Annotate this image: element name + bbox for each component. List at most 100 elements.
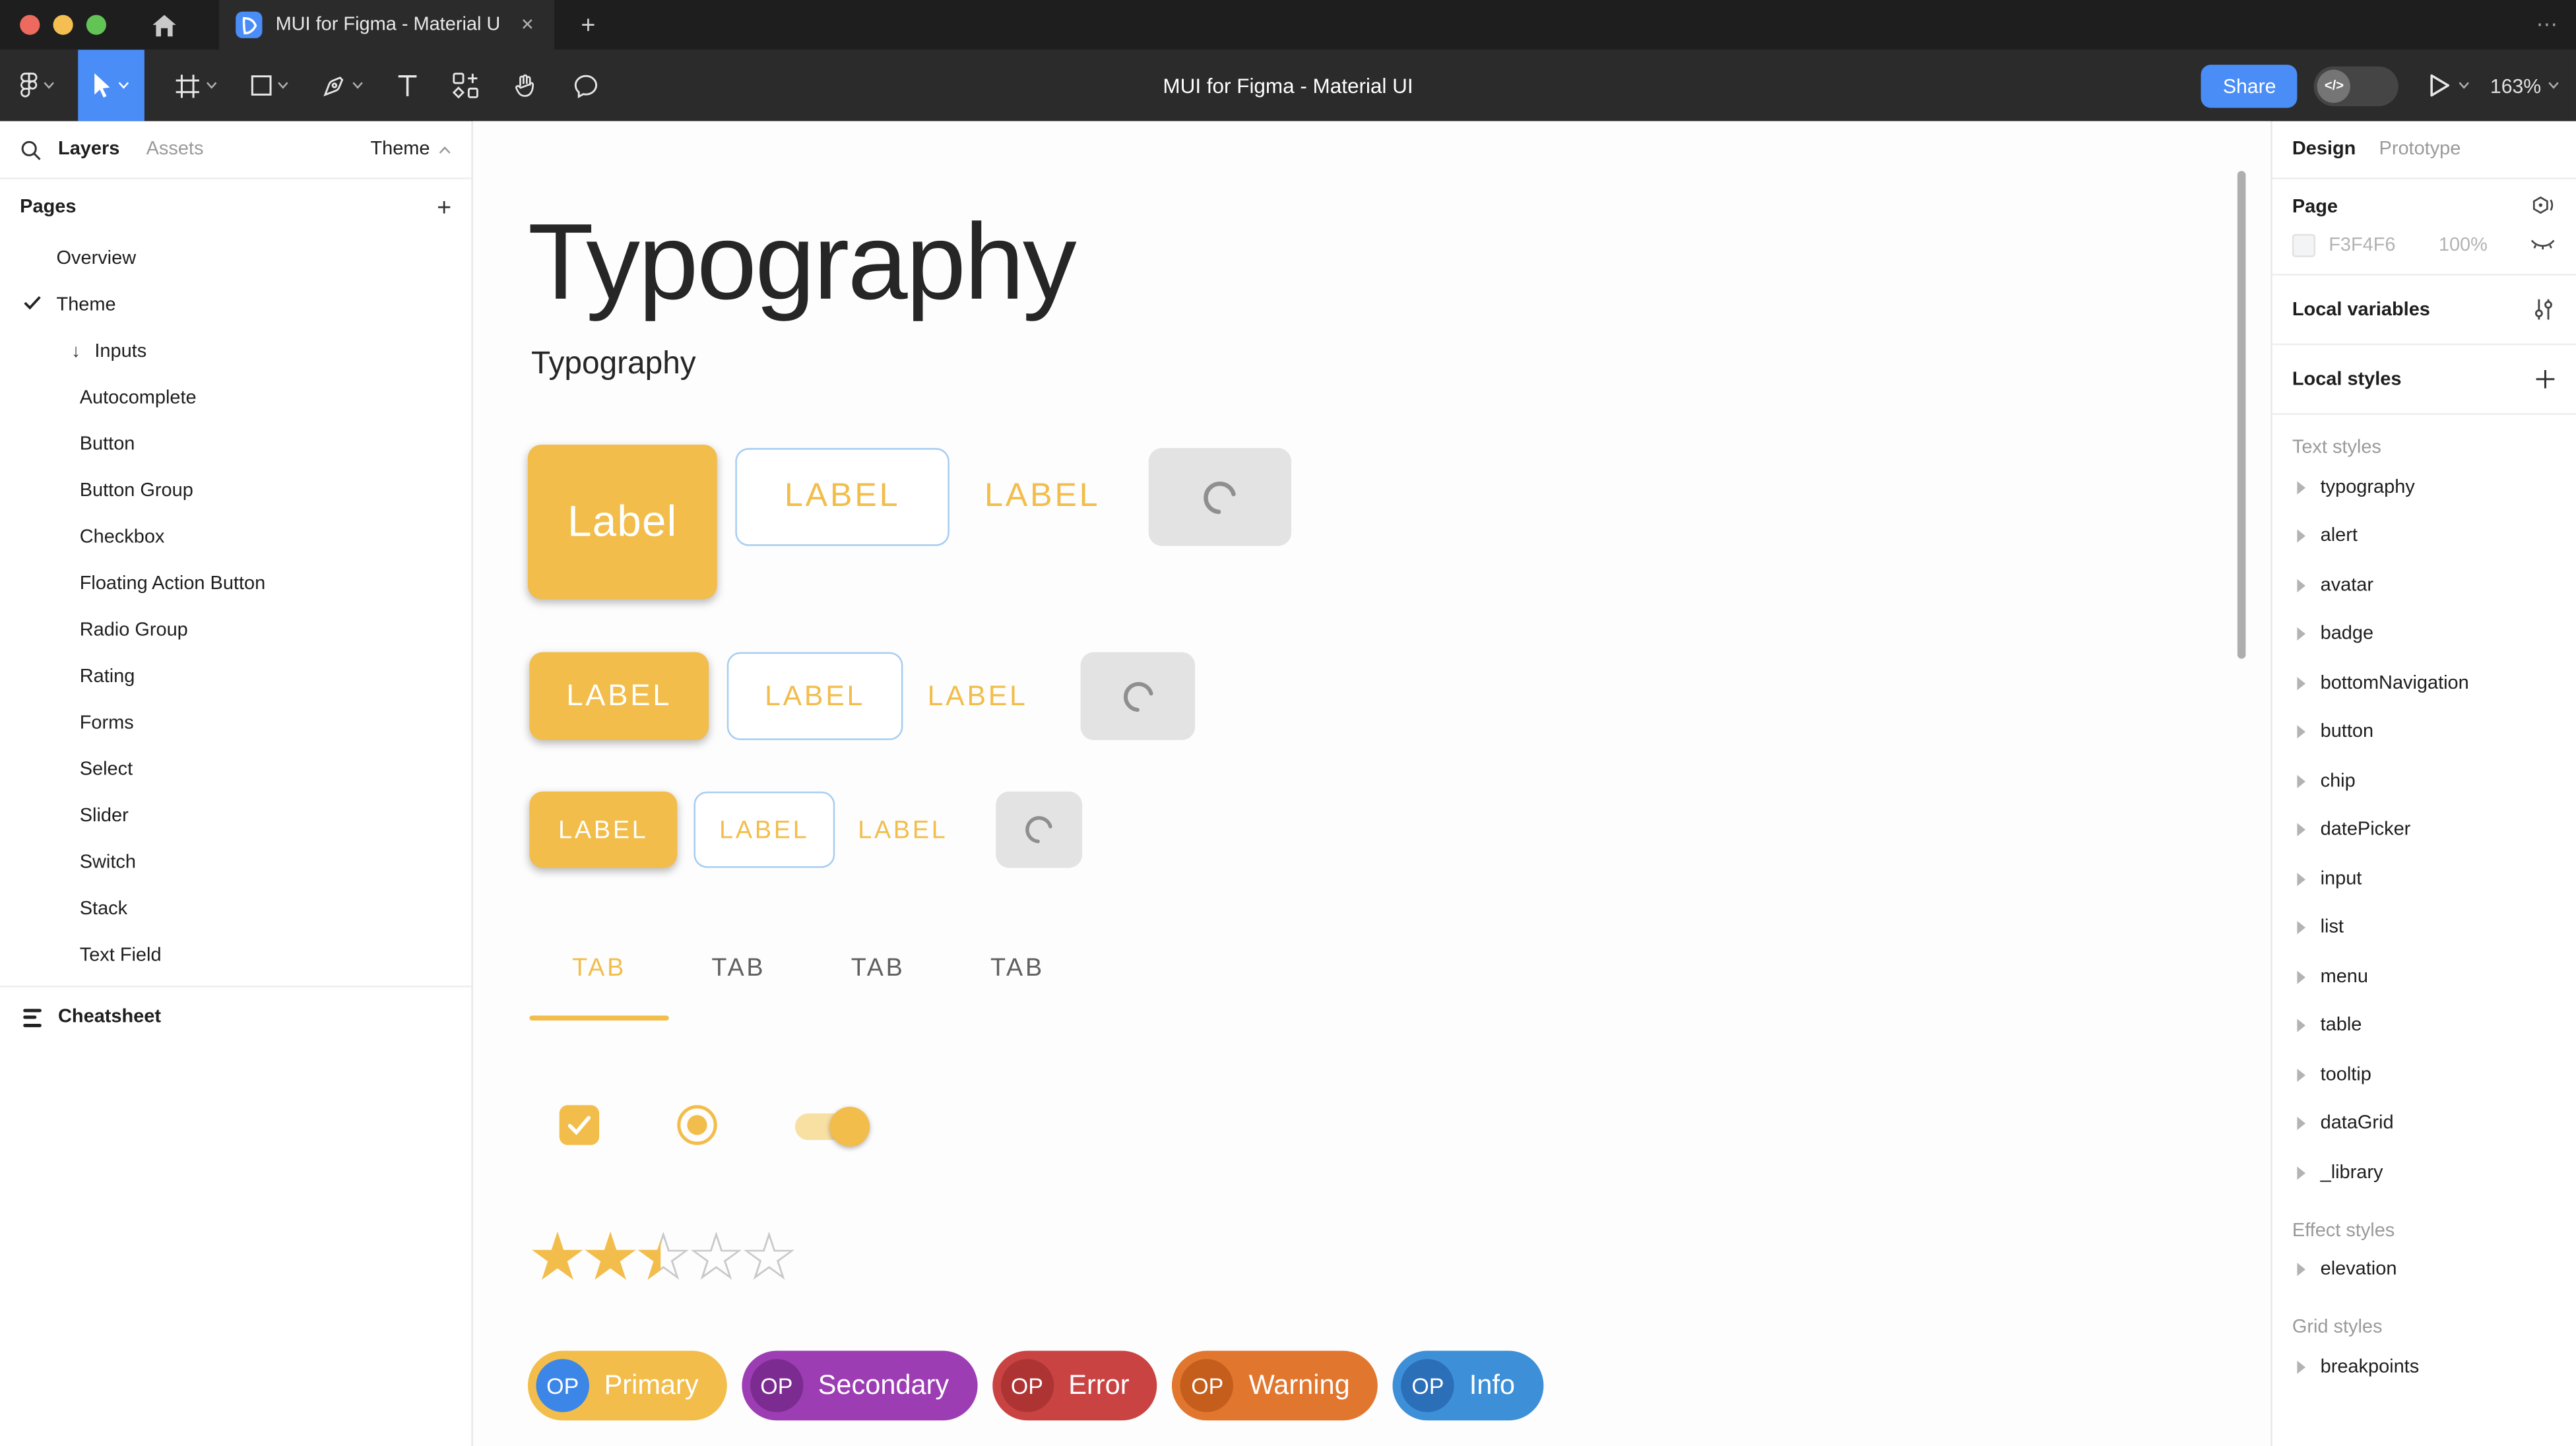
contained-button-large[interactable]: Label (528, 445, 717, 599)
tab-item-active[interactable]: TAB (563, 954, 636, 982)
canvas-subheading[interactable]: Typography (531, 347, 696, 383)
loading-button-small[interactable] (996, 792, 1082, 868)
radio-selected[interactable] (677, 1105, 717, 1145)
add-style-icon[interactable] (2534, 368, 2556, 390)
page-item-switch[interactable]: Switch (0, 840, 471, 886)
page-item-forms[interactable]: Forms (0, 701, 471, 747)
loading-button-medium[interactable] (1081, 652, 1196, 740)
page-item-floating-action-button[interactable]: Floating Action Button (0, 561, 471, 607)
triangle-right-icon[interactable] (2297, 1360, 2305, 1373)
move-tool-button[interactable] (78, 49, 145, 121)
tab-layers[interactable]: Layers (58, 139, 119, 159)
window-more-icon[interactable]: ⋯ (2536, 0, 2560, 49)
outlined-button-large[interactable]: LABEL (735, 448, 949, 546)
style-item-breakpoints[interactable]: breakpoints (2292, 1342, 2556, 1391)
close-window-button[interactable] (20, 15, 40, 35)
page-item-overview[interactable]: Overview (0, 236, 471, 282)
tab-assets[interactable]: Assets (146, 139, 204, 159)
tab-prototype[interactable]: Prototype (2379, 139, 2461, 159)
eye-closed-icon[interactable] (2530, 237, 2556, 254)
style-item-datagrid[interactable]: dataGrid (2292, 1099, 2556, 1148)
star-full-icon[interactable]: ★ (581, 1220, 633, 1296)
share-button[interactable]: Share (2201, 64, 2298, 107)
local-variables-section[interactable]: Local variables (2272, 276, 2576, 346)
dev-mode-toggle[interactable]: </> (2314, 65, 2399, 105)
chip-error[interactable]: OP Error (992, 1351, 1158, 1421)
triangle-right-icon[interactable] (2297, 1019, 2305, 1032)
style-item-elevation[interactable]: elevation (2292, 1245, 2556, 1294)
comment-tool-button[interactable] (569, 49, 602, 121)
triangle-right-icon[interactable] (2297, 1117, 2305, 1131)
triangle-right-icon[interactable] (2297, 481, 2305, 494)
page-item-slider[interactable]: Slider (0, 793, 471, 839)
present-button[interactable] (2429, 73, 2470, 98)
page-item-button-group[interactable]: Button Group (0, 468, 471, 514)
page-color-swatch[interactable] (2292, 234, 2315, 257)
page-item-theme[interactable]: Theme (0, 282, 471, 329)
actions-tool-button[interactable] (448, 49, 483, 121)
triangle-right-icon[interactable] (2297, 1068, 2305, 1081)
style-item-typography[interactable]: typography (2292, 463, 2556, 512)
star-empty-icon[interactable]: ☆ (686, 1220, 739, 1296)
minimize-window-button[interactable] (53, 15, 73, 35)
triangle-right-icon[interactable] (2297, 1166, 2305, 1179)
tab-item[interactable]: TAB (981, 954, 1054, 982)
tab-item[interactable]: TAB (702, 954, 775, 982)
page-item-autocomplete[interactable]: Autocomplete (0, 375, 471, 421)
style-item-chip[interactable]: chip (2292, 757, 2556, 805)
shape-tool-button[interactable] (247, 49, 292, 121)
cheatsheet-item[interactable]: Cheatsheet (0, 988, 471, 1048)
tab-item[interactable]: TAB (841, 954, 915, 982)
triangle-right-icon[interactable] (2297, 970, 2305, 984)
text-button-medium[interactable]: LABEL (918, 652, 1037, 740)
style-item-alert[interactable]: alert (2292, 512, 2556, 561)
canvas-heading[interactable]: Typography (528, 199, 1075, 324)
page-item-text-field[interactable]: Text Field (0, 933, 471, 979)
triangle-right-icon[interactable] (2297, 627, 2305, 641)
style-item-bottomnavigation[interactable]: bottomNavigation (2292, 659, 2556, 708)
frame-tool-button[interactable] (171, 49, 220, 121)
text-button-large[interactable]: LABEL (976, 448, 1109, 546)
triangle-right-icon[interactable] (2297, 579, 2305, 592)
loading-button-large[interactable] (1149, 448, 1291, 546)
style-item-tooltip[interactable]: tooltip (2292, 1050, 2556, 1099)
style-item-badge[interactable]: badge (2292, 610, 2556, 658)
style-item-list[interactable]: list (2292, 904, 2556, 953)
main-menu-button[interactable] (0, 49, 65, 121)
page-color-opacity[interactable]: 100% (2439, 236, 2488, 255)
star-full-icon[interactable]: ★ (528, 1220, 581, 1296)
zoom-menu[interactable]: 163% (2490, 74, 2560, 97)
page-item-rating[interactable]: Rating (0, 654, 471, 700)
file-tab[interactable]: MUI for Figma - Material UI ✕ (219, 0, 554, 49)
triangle-right-icon[interactable] (2297, 726, 2305, 739)
tab-design[interactable]: Design (2292, 139, 2356, 159)
apply-variable-icon[interactable] (2530, 194, 2556, 219)
search-icon[interactable] (20, 139, 42, 160)
triangle-right-icon[interactable] (2297, 774, 2305, 788)
outlined-button-small[interactable]: LABEL (693, 792, 835, 868)
chip-primary[interactable]: OP Primary (528, 1351, 726, 1421)
triangle-right-icon[interactable] (2297, 873, 2305, 886)
outlined-button-medium[interactable]: LABEL (727, 652, 903, 740)
contained-button-small[interactable]: LABEL (529, 792, 677, 868)
style-item-table[interactable]: table (2292, 1001, 2556, 1050)
page-item-button[interactable]: Button (0, 422, 471, 468)
style-item-library[interactable]: _library (2292, 1148, 2556, 1197)
triangle-right-icon[interactable] (2297, 922, 2305, 935)
canvas-scrollbar[interactable] (2238, 171, 2246, 659)
text-tool-button[interactable] (393, 49, 422, 121)
triangle-right-icon[interactable] (2297, 677, 2305, 690)
hand-tool-button[interactable] (509, 49, 542, 121)
page-item-inputs[interactable]: ↓ Inputs (0, 329, 471, 375)
triangle-right-icon[interactable] (2297, 823, 2305, 836)
style-item-menu[interactable]: menu (2292, 953, 2556, 1001)
page-dropdown[interactable]: Theme (370, 139, 451, 159)
canvas[interactable]: Typography Typography Label LABEL LABEL … (473, 121, 2270, 1446)
new-tab-button[interactable]: + (561, 0, 615, 49)
chip-warning[interactable]: OP Warning (1173, 1351, 1378, 1421)
switch-on[interactable] (795, 1114, 865, 1140)
pen-tool-button[interactable] (319, 49, 367, 121)
page-item-radio-group[interactable]: Radio Group (0, 608, 471, 654)
triangle-right-icon[interactable] (2297, 530, 2305, 543)
chip-secondary[interactable]: OP Secondary (742, 1351, 977, 1421)
